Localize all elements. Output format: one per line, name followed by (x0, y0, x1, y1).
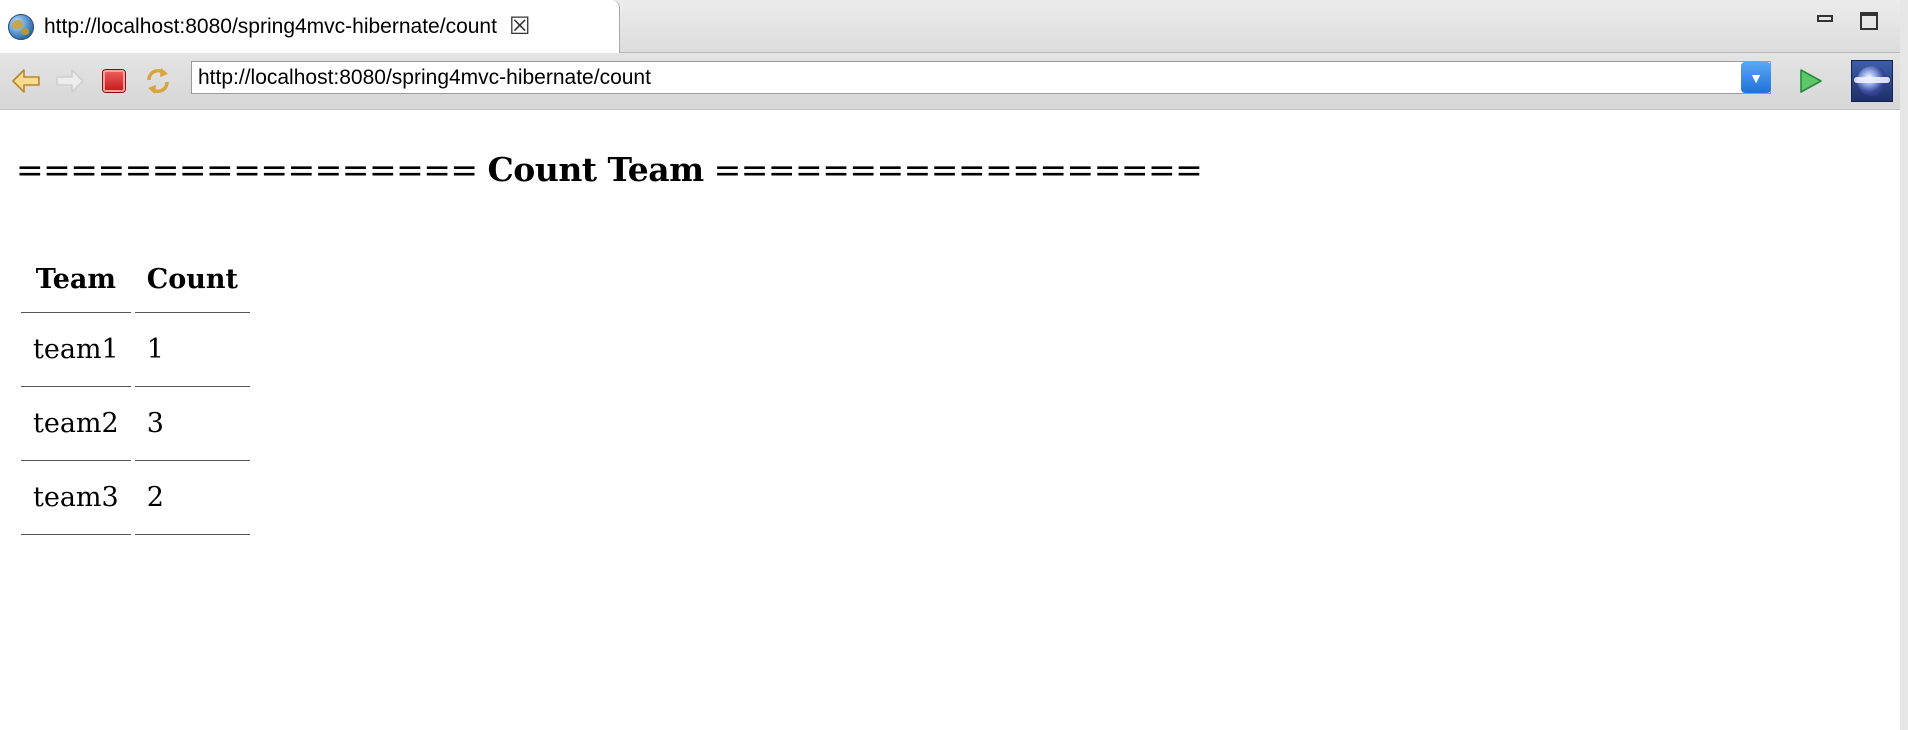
navigation-toolbar: ▼ (0, 53, 1900, 110)
column-header-team: Team (21, 246, 131, 313)
table-header-row: Team Count (21, 246, 250, 313)
column-header-count: Count (134, 246, 250, 313)
team-cell: team2 (21, 387, 131, 461)
globe-icon (8, 13, 34, 40)
stop-icon[interactable] (98, 65, 130, 97)
chevron-down-icon[interactable]: ▼ (1741, 62, 1771, 93)
eclipse-icon[interactable] (1851, 60, 1893, 102)
team-cell: team3 (21, 461, 131, 535)
close-icon[interactable]: ☒ (509, 14, 531, 39)
heading-prefix: ================= (16, 150, 488, 189)
maximize-icon[interactable] (1857, 10, 1881, 32)
count-cell: 3 (134, 387, 250, 461)
heading-suffix: ================== (703, 150, 1203, 189)
window-edge (1900, 0, 1908, 730)
team-cell: team1 (21, 313, 131, 387)
tab-bar: http://localhost:8080/spring4mvc-hiberna… (0, 0, 1900, 53)
table-row: team2 3 (21, 387, 250, 461)
go-arrow-icon[interactable] (1794, 65, 1826, 97)
heading-title: Count Team (487, 150, 705, 189)
page-content: ================= Count Team ===========… (0, 110, 1900, 730)
minimize-icon[interactable] (1813, 10, 1837, 32)
address-bar[interactable]: ▼ (191, 61, 1771, 94)
table-row: team1 1 (21, 313, 250, 387)
forward-arrow-icon[interactable] (54, 65, 86, 97)
tab-title: http://localhost:8080/spring4mvc-hiberna… (44, 14, 497, 38)
url-input[interactable] (192, 62, 1741, 93)
count-cell: 1 (134, 313, 250, 387)
team-count-table: Team Count team1 1 team2 3 team3 2 (17, 246, 254, 535)
browser-tab[interactable]: http://localhost:8080/spring4mvc-hiberna… (0, 0, 620, 53)
page-title: ================= Count Team ===========… (16, 150, 1203, 189)
table-row: team3 2 (21, 461, 250, 535)
count-cell: 2 (134, 461, 250, 535)
refresh-icon[interactable] (142, 65, 174, 97)
back-arrow-icon[interactable] (10, 65, 42, 97)
